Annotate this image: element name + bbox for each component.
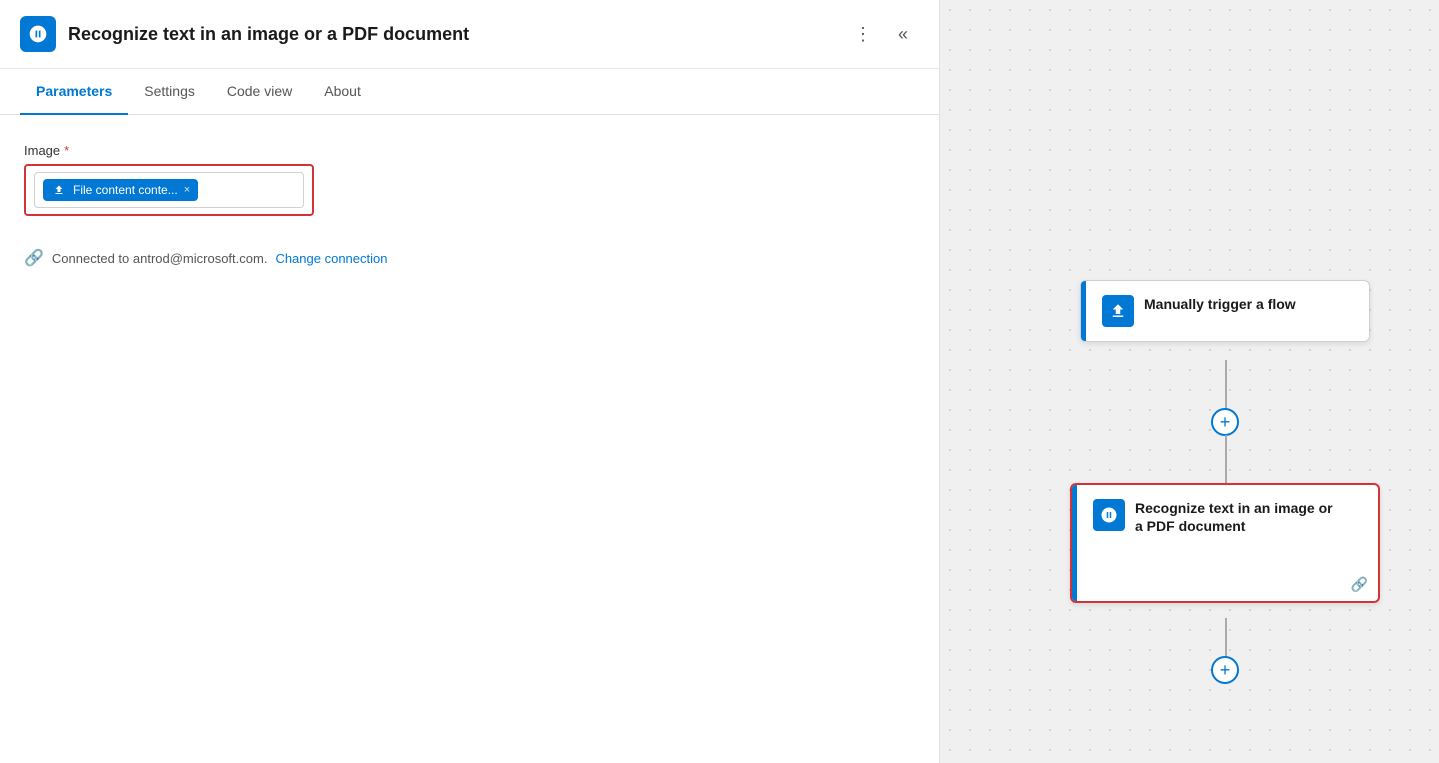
trigger-node[interactable]: Manually trigger a flow (1080, 280, 1370, 342)
token-file-icon (53, 184, 65, 196)
more-icon: ⋮ (854, 24, 872, 45)
right-panel: Manually trigger a flow + Recognize text… (940, 0, 1439, 763)
add-step-button-1[interactable]: + (1211, 408, 1239, 436)
trigger-node-text: Manually trigger a flow (1144, 295, 1296, 313)
recognize-node[interactable]: Recognize text in an image or a PDF docu… (1070, 483, 1380, 603)
ai-builder-icon (28, 24, 48, 44)
more-options-button[interactable]: ⋮ (847, 18, 879, 50)
trigger-node-content: Manually trigger a flow (1086, 281, 1312, 341)
panel-header-icon (20, 16, 56, 52)
token-close-button[interactable]: × (184, 185, 190, 196)
token-icon (51, 182, 67, 198)
tab-codeview[interactable]: Code view (211, 69, 308, 115)
tab-settings[interactable]: Settings (128, 69, 211, 115)
tab-parameters[interactable]: Parameters (20, 69, 128, 115)
connection-row: 🔗 Connected to antrod@microsoft.com. Cha… (24, 248, 915, 268)
collapse-button[interactable]: « (887, 18, 919, 50)
node-link-icon: 🔗 (1351, 576, 1368, 593)
connector-3 (1225, 618, 1227, 658)
left-panel: Recognize text in an image or a PDF docu… (0, 0, 940, 763)
required-indicator: * (64, 143, 69, 158)
tab-about[interactable]: About (308, 69, 377, 115)
connector-1 (1225, 360, 1227, 410)
connection-text: Connected to antrod@microsoft.com. (52, 251, 268, 266)
panel-header: Recognize text in an image or a PDF docu… (0, 0, 939, 69)
connector-2 (1225, 435, 1227, 485)
trigger-node-icon (1102, 295, 1134, 327)
recognize-node-content: Recognize text in an image or a PDF docu… (1077, 485, 1351, 601)
image-input[interactable]: File content conte... × (34, 172, 304, 208)
change-connection-link[interactable]: Change connection (275, 251, 387, 266)
connection-icon: 🔗 (24, 248, 44, 268)
recognize-node-text: Recognize text in an image or a PDF docu… (1135, 499, 1335, 535)
recognize-node-icon (1093, 499, 1125, 531)
file-content-token[interactable]: File content conte... × (43, 179, 198, 201)
image-field-label: Image * (24, 143, 915, 158)
header-actions: ⋮ « (847, 18, 919, 50)
recognize-icon-svg (1100, 506, 1118, 524)
add-step-button-2[interactable]: + (1211, 656, 1239, 684)
image-field-box: File content conte... × (24, 164, 314, 216)
trigger-icon-svg (1109, 302, 1127, 320)
panel-body: Image * File content conte... × (0, 115, 939, 763)
flow-canvas: Manually trigger a flow + Recognize text… (940, 0, 1439, 763)
image-field-group: Image * File content conte... × (24, 143, 915, 216)
tab-bar: Parameters Settings Code view About (0, 69, 939, 115)
token-label: File content conte... (73, 183, 178, 197)
panel-title: Recognize text in an image or a PDF docu… (68, 24, 835, 45)
collapse-icon: « (898, 24, 908, 45)
